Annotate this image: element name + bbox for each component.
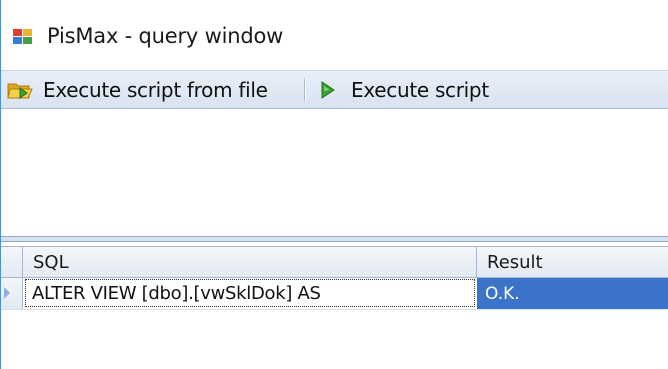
column-header-result-label: Result (487, 251, 543, 273)
column-header-sql[interactable]: SQL (23, 247, 477, 277)
grid-header: SQL Result (1, 246, 668, 278)
query-window: PisMax - query window Execute script fro… (0, 0, 668, 369)
cell-sql[interactable]: ALTER VIEW [dbo].[vwSklDok] AS (25, 279, 475, 307)
row-indicator[interactable] (1, 278, 23, 309)
row-pointer-icon (4, 287, 10, 299)
toolbar-separator (304, 79, 305, 101)
column-header-result[interactable]: Result (477, 247, 668, 277)
column-header-sql-label: SQL (33, 251, 69, 273)
folder-open-arrow-icon (7, 83, 33, 99)
execute-script-from-file-button[interactable]: Execute script from file (7, 71, 268, 108)
script-editor[interactable] (1, 109, 668, 236)
cell-result[interactable]: O.K. (477, 278, 668, 309)
toolbar: Execute script from file Execute script (1, 70, 668, 109)
row-indicator-header (1, 247, 23, 277)
title-bar: PisMax - query window (1, 0, 668, 70)
window-title: PisMax - query window (47, 24, 284, 48)
execute-script-label: Execute script (351, 77, 489, 102)
pismax-app-icon (13, 29, 32, 44)
results-grid: SQL Result ALTER VIEW [dbo].[vwSklDok] A… (1, 242, 668, 369)
execute-script-button[interactable]: Execute script (319, 71, 489, 108)
play-icon (321, 80, 335, 99)
table-row[interactable]: ALTER VIEW [dbo].[vwSklDok] AS O.K. (1, 278, 668, 310)
execute-script-from-file-label: Execute script from file (43, 77, 268, 102)
